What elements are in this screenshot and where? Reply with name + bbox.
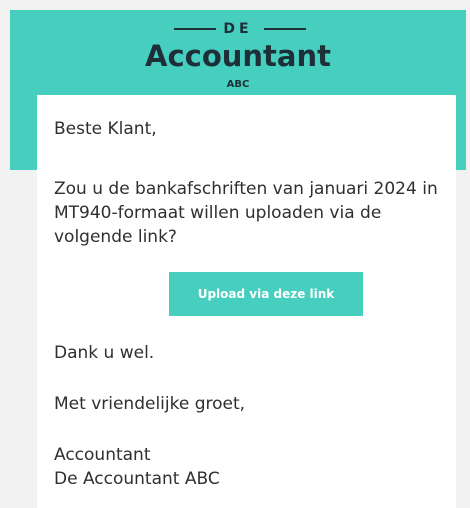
email-page: DE Accountant ABC Beste Klant, Zou u de … [0,0,470,508]
email-card: Beste Klant, Zou u de bankafschriften va… [37,95,456,508]
signature-company: De Accountant ABC [54,469,220,489]
logo-top-text: DE [223,21,253,37]
greeting-text: Beste Klant, [54,119,157,139]
thanks-text: Dank u wel. [54,343,155,363]
logo-right-rule [264,28,306,30]
request-text: Zou u de bankafschriften van januari 202… [54,179,438,247]
closing-text: Met vriendelijke groet, [54,394,246,414]
signature-block: Accountant De Accountant ABC [54,443,220,491]
upload-link-button[interactable]: Upload via deze link [169,272,363,316]
logo-main-text: Accountant [145,39,331,73]
logo-sub-text: ABC [226,79,250,90]
company-logo: DE Accountant ABC [10,10,466,90]
signature-name: Accountant [54,445,151,465]
